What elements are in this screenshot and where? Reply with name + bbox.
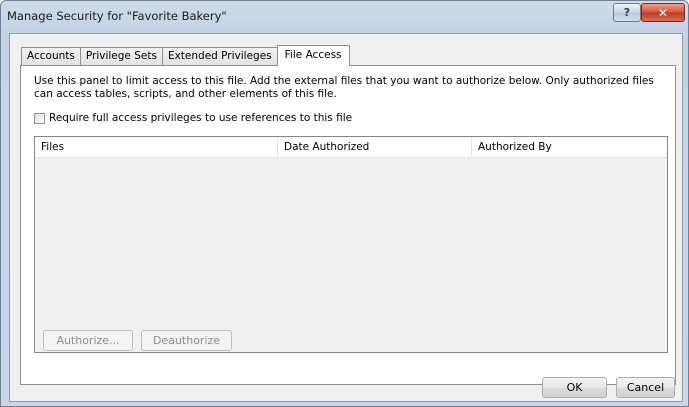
require-full-access-option[interactable]: Require full access privileges to use re… xyxy=(34,112,352,124)
column-files[interactable]: Files xyxy=(35,137,278,157)
title-bar[interactable]: Manage Security for "Favorite Bakery" ? … xyxy=(1,1,688,33)
close-button[interactable]: ✕ xyxy=(641,3,685,22)
tab-extended-privileges[interactable]: Extended Privileges xyxy=(161,47,278,65)
ok-button[interactable]: OK xyxy=(542,377,607,398)
list-header: Files Date Authorized Authorized By xyxy=(35,137,667,158)
authorized-files-list[interactable]: Files Date Authorized Authorized By xyxy=(34,136,668,353)
panel-description: Use this panel to limit access to this f… xyxy=(34,75,654,100)
require-full-access-checkbox[interactable] xyxy=(34,112,45,124)
tab-privilege-sets[interactable]: Privilege Sets xyxy=(79,47,163,65)
help-button[interactable]: ? xyxy=(613,3,641,22)
authorize-button[interactable]: Authorize... xyxy=(43,330,133,351)
column-date-authorized[interactable]: Date Authorized xyxy=(278,137,472,157)
tab-file-access[interactable]: File Access xyxy=(276,45,350,66)
cancel-button[interactable]: Cancel xyxy=(616,377,675,398)
require-full-access-label: Require full access privileges to use re… xyxy=(49,112,353,124)
column-authorized-by[interactable]: Authorized By xyxy=(472,137,667,157)
tab-accounts[interactable]: Accounts xyxy=(21,47,81,65)
dialog-title: Manage Security for "Favorite Bakery" xyxy=(7,9,227,23)
tab-strip: Accounts Privilege Sets Extended Privile… xyxy=(21,45,350,66)
close-icon: ✕ xyxy=(657,5,669,20)
manage-security-dialog: Manage Security for "Favorite Bakery" ? … xyxy=(0,0,689,407)
dialog-body: Accounts Privilege Sets Extended Privile… xyxy=(9,33,683,402)
help-icon: ? xyxy=(623,6,631,19)
deauthorize-button[interactable]: Deauthorize xyxy=(141,330,232,351)
